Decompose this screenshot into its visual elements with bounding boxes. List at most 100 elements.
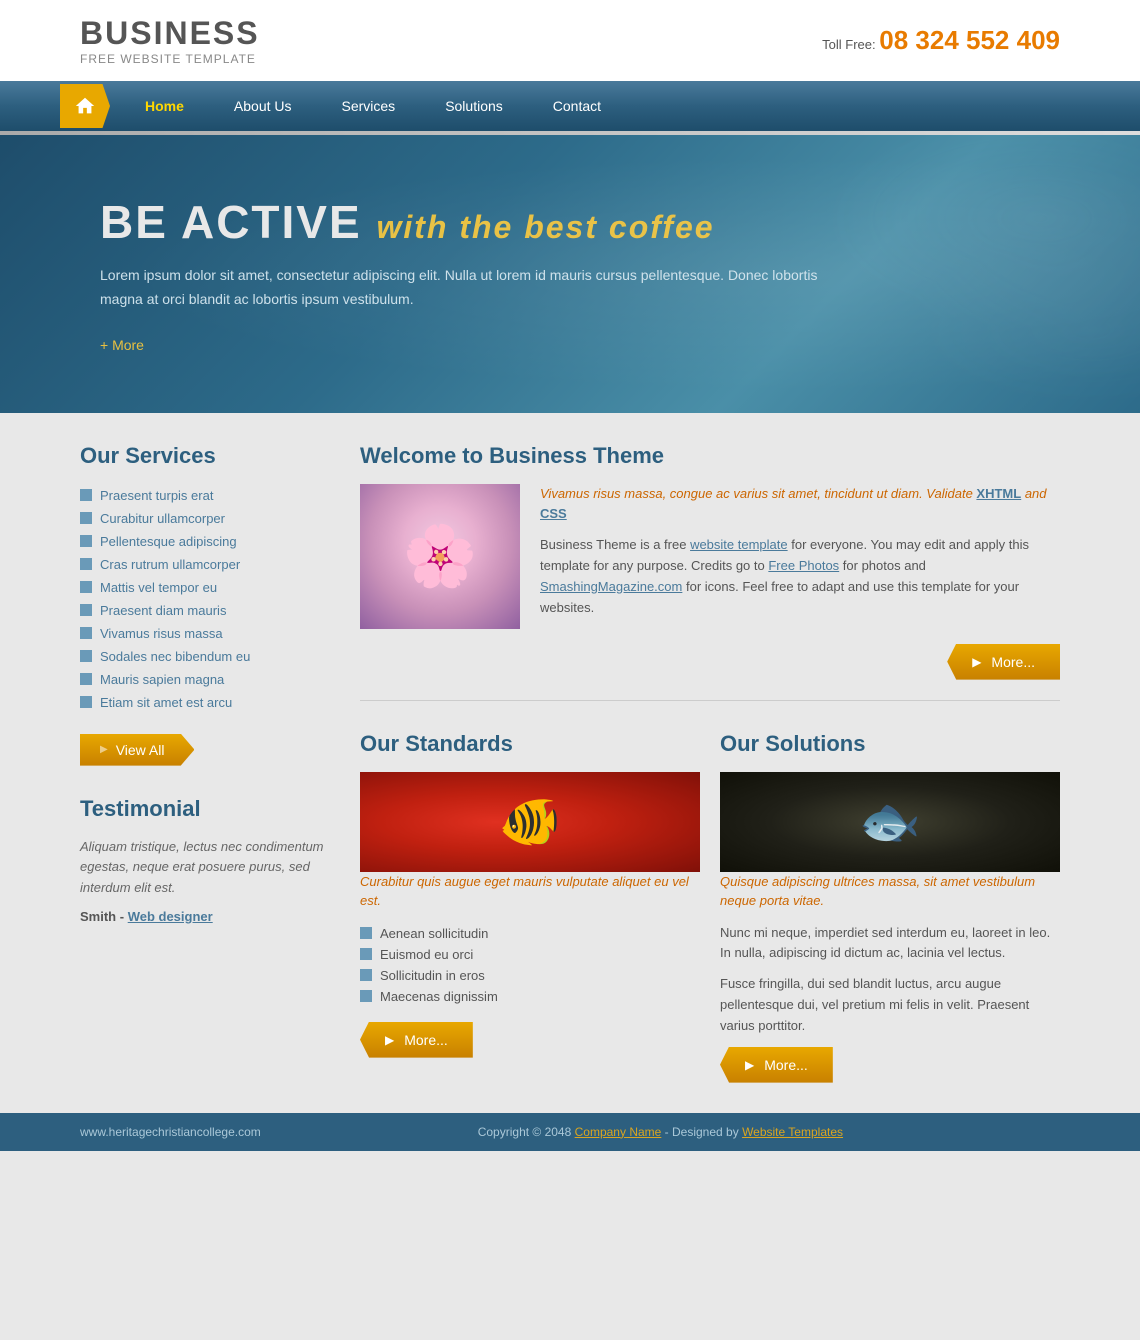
nav-home[interactable]: Home	[120, 81, 209, 131]
service-item-6: Praesent diam mauris	[100, 603, 226, 618]
company-name-link[interactable]: Company Name	[575, 1125, 662, 1139]
service-item-4: Cras rutrum ullamcorper	[100, 557, 240, 572]
footer: www.heritagechristiancollege.com Copyrig…	[0, 1113, 1140, 1151]
nav-items: Home About Us Services Solutions Contact	[120, 81, 626, 131]
hero-decoration	[640, 135, 1140, 413]
solutions-more-label: More...	[764, 1057, 808, 1073]
list-item: Sollicitudin in eros	[360, 965, 700, 986]
standard-item-1: Aenean sollicitudin	[380, 926, 488, 941]
toll-free-label: Toll Free:	[822, 37, 875, 52]
welcome-more-button[interactable]: More...	[947, 644, 1060, 680]
welcome-image	[360, 484, 520, 629]
bullet-icon	[80, 604, 92, 616]
main-nav: Home About Us Services Solutions Contact	[0, 81, 1140, 131]
brand-sub: FREE WEBSITE TEMPLATE	[80, 52, 260, 66]
standard-item-2: Euismod eu orci	[380, 947, 473, 962]
bullet-icon	[360, 948, 372, 960]
list-item[interactable]: Sodales nec bibendum eu	[80, 645, 330, 668]
header-phone: Toll Free: 08 324 552 409	[822, 25, 1060, 56]
main-content-area: Welcome to Business Theme Vivamus risus …	[360, 443, 1060, 1083]
sidebar: Our Services Praesent turpis erat Curabi…	[80, 443, 330, 1083]
standards-more-button[interactable]: More...	[360, 1022, 473, 1058]
solutions-section: Our Solutions Quisque adipiscing ultrice…	[720, 731, 1060, 1083]
list-item[interactable]: Mattis vel tempor eu	[80, 576, 330, 599]
bullet-icon	[80, 512, 92, 524]
nav-services[interactable]: Services	[317, 81, 421, 131]
list-item[interactable]: Mauris sapien magna	[80, 668, 330, 691]
welcome-more-label: More...	[991, 654, 1035, 670]
service-item-9: Mauris sapien magna	[100, 672, 224, 687]
xhtml-link[interactable]: XHTML	[976, 486, 1021, 501]
header-title: BUSINESS FREE WEBSITE TEMPLATE	[80, 15, 260, 66]
list-item[interactable]: Pellentesque adipiscing	[80, 530, 330, 553]
welcome-section: Welcome to Business Theme Vivamus risus …	[360, 443, 1060, 701]
smashing-link[interactable]: SmashingMagazine.com	[540, 579, 682, 594]
bullet-icon	[80, 535, 92, 547]
brand-name: BUSINESS	[80, 15, 260, 52]
standard-item-3: Sollicitudin in eros	[380, 968, 485, 983]
list-item[interactable]: Vivamus risus massa	[80, 622, 330, 645]
list-item[interactable]: Praesent turpis erat	[80, 484, 330, 507]
service-list: Praesent turpis erat Curabitur ullamcorp…	[80, 484, 330, 714]
author-role-link[interactable]: Web designer	[128, 909, 213, 924]
bullet-icon	[80, 696, 92, 708]
service-item-8: Sodales nec bibendum eu	[100, 649, 250, 664]
home-icon-btn[interactable]	[60, 84, 110, 128]
welcome-inner: Vivamus risus massa, congue ac varius si…	[360, 484, 1060, 629]
bullet-icon	[360, 990, 372, 1002]
testimonial-text: Aliquam tristique, lectus nec condimentu…	[80, 837, 330, 899]
phone-number: 08 324 552 409	[879, 25, 1060, 55]
service-item-7: Vivamus risus massa	[100, 626, 223, 641]
list-item[interactable]: Praesent diam mauris	[80, 599, 330, 622]
list-item[interactable]: Curabitur ullamcorper	[80, 507, 330, 530]
bullet-icon	[80, 489, 92, 501]
author-name: Smith -	[80, 909, 124, 924]
testimonial-section: Testimonial Aliquam tristique, lectus ne…	[80, 796, 330, 924]
css-link[interactable]: CSS	[540, 506, 567, 521]
footer-designed-by: - Designed by	[665, 1125, 739, 1139]
header: BUSINESS FREE WEBSITE TEMPLATE Toll Free…	[0, 0, 1140, 81]
view-all-button[interactable]: View All	[80, 734, 194, 766]
solutions-more-container: More...	[720, 1047, 1060, 1083]
main-content: Our Services Praesent turpis erat Curabi…	[0, 413, 1140, 1113]
welcome-italic: Vivamus risus massa, congue ac varius si…	[540, 484, 1060, 526]
service-item-1: Praesent turpis erat	[100, 488, 213, 503]
hero-headline-main: BE ACTIVE	[100, 196, 362, 248]
list-item: Aenean sollicitudin	[360, 923, 700, 944]
standards-more-label: More...	[404, 1032, 448, 1048]
standards-list: Aenean sollicitudin Euismod eu orci Soll…	[360, 923, 700, 1007]
website-templates-link[interactable]: Website Templates	[742, 1125, 843, 1139]
standards-image	[360, 772, 700, 872]
solutions-body1: Nunc mi neque, imperdiet sed interdum eu…	[720, 923, 1060, 965]
services-title: Our Services	[80, 443, 330, 469]
footer-url: www.heritagechristiancollege.com	[80, 1125, 261, 1139]
solutions-more-button[interactable]: More...	[720, 1047, 833, 1083]
testimonial-author: Smith - Web designer	[80, 909, 330, 924]
nav-contact[interactable]: Contact	[528, 81, 626, 131]
bullet-icon	[80, 673, 92, 685]
service-item-2: Curabitur ullamcorper	[100, 511, 225, 526]
bullet-icon	[80, 581, 92, 593]
bottom-columns: Our Standards Curabitur quis augue eget …	[360, 731, 1060, 1083]
footer-copyright: Copyright © 2048	[478, 1125, 572, 1139]
nav-about[interactable]: About Us	[209, 81, 317, 131]
welcome-text: Vivamus risus massa, congue ac varius si…	[540, 484, 1060, 629]
list-item[interactable]: Cras rutrum ullamcorper	[80, 553, 330, 576]
bullet-icon	[360, 927, 372, 939]
bullet-icon	[80, 627, 92, 639]
standards-more-container: More...	[360, 1022, 700, 1058]
solutions-body2: Fusce fringilla, dui sed blandit luctus,…	[720, 974, 1060, 1036]
service-item-3: Pellentesque adipiscing	[100, 534, 237, 549]
bullet-icon	[80, 558, 92, 570]
website-template-link[interactable]: website template	[690, 537, 788, 552]
service-item-5: Mattis vel tempor eu	[100, 580, 217, 595]
view-all-label: View All	[116, 742, 165, 758]
standard-item-4: Maecenas dignissim	[380, 989, 498, 1004]
standards-italic: Curabitur quis augue eget mauris vulputa…	[360, 872, 700, 911]
bullet-icon	[80, 650, 92, 662]
list-item[interactable]: Etiam sit amet est arcu	[80, 691, 330, 714]
free-photos-link[interactable]: Free Photos	[768, 558, 839, 573]
nav-solutions[interactable]: Solutions	[420, 81, 528, 131]
list-item: Euismod eu orci	[360, 944, 700, 965]
list-item: Maecenas dignissim	[360, 986, 700, 1007]
